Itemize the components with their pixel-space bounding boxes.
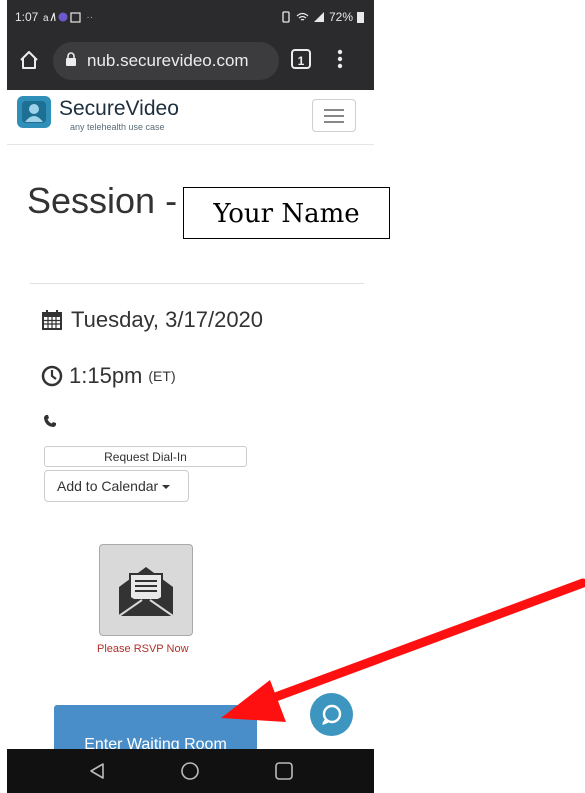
annotation-arrow-icon <box>221 578 585 722</box>
